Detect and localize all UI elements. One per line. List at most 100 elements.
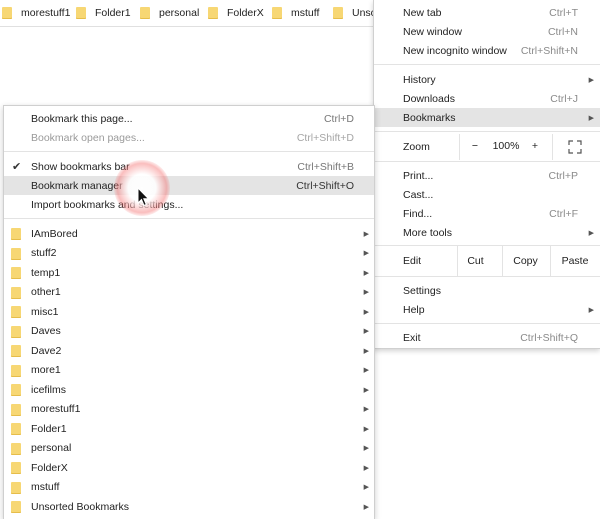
menu-item-label: Find... — [403, 207, 433, 220]
menu-item-bookmark-open-pages: Bookmark open pages... Ctrl+Shift+D — [4, 128, 374, 147]
folder-icon — [11, 286, 21, 299]
menu-item-exit[interactable]: Exit Ctrl+Shift+Q — [374, 328, 600, 347]
zoom-out-button[interactable]: − — [462, 140, 488, 152]
copy-button[interactable]: Copy — [503, 255, 548, 267]
menu-separator — [374, 276, 600, 277]
menu-item-label: New incognito window — [403, 44, 507, 57]
folder-icon — [11, 267, 21, 279]
menu-item-label: Bookmarks — [403, 111, 456, 124]
bookmarks-bar-item-label: mstuff — [291, 7, 320, 19]
menu-item-shortcut: Ctrl+F — [549, 207, 578, 220]
menu-item-settings[interactable]: Settings — [374, 281, 600, 300]
bookmarks-bar-item-label: morestuff1 — [21, 7, 71, 19]
bookmarks-bar-item[interactable]: mstuff — [272, 5, 319, 21]
menu-item-new-window[interactable]: New window Ctrl+N — [374, 22, 600, 41]
folder-icon — [11, 423, 21, 435]
menu-item-find[interactable]: Find... Ctrl+F — [374, 204, 600, 223]
bookmarks-bar-item[interactable]: Folder1 — [76, 5, 131, 21]
menu-item-new-incognito-window[interactable]: New incognito window Ctrl+Shift+N — [374, 41, 600, 60]
menu-separator — [4, 218, 374, 219]
folder-icon — [11, 481, 21, 494]
menu-item-show-bookmarks-bar[interactable]: ✔ Show bookmarks bar Ctrl+Shift+B — [4, 157, 374, 176]
bookmark-folder-item[interactable]: FolderX ▶ — [4, 458, 374, 477]
menu-item-label: Downloads — [403, 92, 455, 105]
folder-label: Dave2 — [31, 344, 62, 357]
bookmark-folder-item[interactable]: morestuff1 ▶ — [4, 400, 374, 419]
folder-label: more1 — [31, 364, 61, 376]
paste-button[interactable]: Paste — [551, 255, 599, 267]
bookmark-folder-item[interactable]: Daves ▶ — [4, 322, 374, 341]
folder-icon — [11, 403, 21, 416]
menu-item-label: Print... — [403, 169, 434, 182]
bookmarks-bar-item-label: FolderX — [227, 7, 264, 19]
folder-icon — [272, 7, 282, 19]
menu-item-edit: Edit Cut Copy Paste — [374, 246, 600, 276]
folder-icon — [76, 7, 86, 19]
cut-button[interactable]: Cut — [458, 255, 493, 267]
menu-item-shortcut: Ctrl+T — [549, 6, 578, 19]
folder-icon — [11, 442, 21, 455]
menu-separator — [374, 161, 600, 162]
bookmark-folder-item[interactable]: Folder1 ▶ — [4, 419, 374, 438]
menu-item-label: Settings — [403, 284, 441, 297]
submenu-arrow-icon: ▶ — [588, 229, 594, 237]
menu-item-shortcut: Ctrl+P — [548, 169, 578, 182]
submenu-arrow-icon: ▶ — [363, 425, 369, 433]
bookmarks-submenu: Bookmark this page... Ctrl+D Bookmark op… — [3, 105, 375, 519]
menu-item-history[interactable]: History ▶ — [374, 70, 600, 89]
menu-item-shortcut: Ctrl+Shift+D — [296, 131, 354, 144]
bookmarks-bar-item[interactable]: personal — [140, 5, 199, 21]
bookmarks-bar-item[interactable]: Unso — [333, 5, 377, 21]
menu-item-print[interactable]: Print... Ctrl+P — [374, 166, 600, 185]
folder-icon — [11, 345, 21, 357]
menu-item-bookmark-manager[interactable]: Bookmark manager Ctrl+Shift+O — [4, 176, 374, 195]
submenu-arrow-icon: ▶ — [363, 406, 369, 413]
bookmarks-bar-item[interactable]: FolderX — [208, 5, 264, 21]
bookmark-folder-item[interactable]: icefilms ▶ — [4, 380, 374, 399]
submenu-arrow-icon: ▶ — [363, 347, 369, 355]
menu-item-label: More tools — [403, 226, 453, 239]
menu-item-new-tab[interactable]: New tab Ctrl+T — [374, 3, 600, 22]
menu-separator — [374, 131, 600, 132]
submenu-arrow-icon: ▶ — [363, 386, 369, 394]
bookmark-folder-item[interactable]: more1 ▶ — [4, 361, 374, 380]
folder-label: stuff2 — [31, 247, 57, 259]
zoom-in-button[interactable]: + — [524, 140, 546, 152]
folder-label: misc1 — [31, 305, 59, 318]
folder-label: Daves — [31, 325, 61, 337]
menu-item-help[interactable]: Help ▶ — [374, 300, 600, 319]
zoom-level: 100% — [492, 140, 520, 152]
folder-label: temp1 — [31, 266, 61, 279]
bookmark-folder-item[interactable]: stuff2 ▶ — [4, 244, 374, 263]
mouse-pointer-icon — [137, 187, 150, 207]
submenu-arrow-icon: ▶ — [363, 503, 369, 511]
menu-item-label: Help — [403, 303, 425, 316]
bookmark-folder-item[interactable]: Unsorted Bookmarks ▶ — [4, 497, 374, 516]
menu-item-cast[interactable]: Cast... — [374, 185, 600, 204]
checkmark-icon: ✔ — [12, 161, 22, 173]
folder-icon — [11, 228, 21, 240]
menu-item-more-tools[interactable]: More tools ▶ — [374, 223, 600, 242]
bookmarks-bar-item[interactable]: morestuff1 — [2, 5, 70, 21]
menu-item-label: Cast... — [403, 188, 434, 201]
bookmark-folder-item[interactable]: temp1 ▶ — [4, 263, 374, 282]
menu-item-import-bookmarks[interactable]: Import bookmarks and settings... — [4, 195, 374, 214]
menu-item-downloads[interactable]: Downloads Ctrl+J — [374, 89, 600, 108]
submenu-arrow-icon: ▶ — [363, 289, 369, 296]
menu-item-shortcut: Ctrl+N — [547, 25, 578, 38]
menu-item-zoom: Zoom − 100% + — [374, 134, 600, 160]
menu-item-bookmarks[interactable]: Bookmarks ▶ — [374, 108, 600, 127]
bookmark-folder-item[interactable]: other1 ▶ — [4, 283, 374, 302]
menu-item-label: New window — [403, 25, 462, 38]
submenu-arrow-icon: ▶ — [363, 445, 369, 452]
bookmark-folder-item[interactable]: Dave2 ▶ — [4, 341, 374, 360]
bookmark-folder-item[interactable]: misc1 ▶ — [4, 302, 374, 321]
submenu-arrow-icon: ▶ — [588, 306, 594, 314]
folder-icon — [11, 247, 21, 260]
fullscreen-icon[interactable] — [568, 140, 582, 154]
bookmark-folder-item[interactable]: mstuff ▶ — [4, 478, 374, 497]
menu-item-bookmark-this-page[interactable]: Bookmark this page... Ctrl+D — [4, 109, 374, 128]
menu-separator — [374, 64, 600, 65]
bookmark-folder-item[interactable]: personal ▶ — [4, 439, 374, 458]
bookmark-folder-item[interactable]: IAmBored ▶ — [4, 224, 374, 243]
